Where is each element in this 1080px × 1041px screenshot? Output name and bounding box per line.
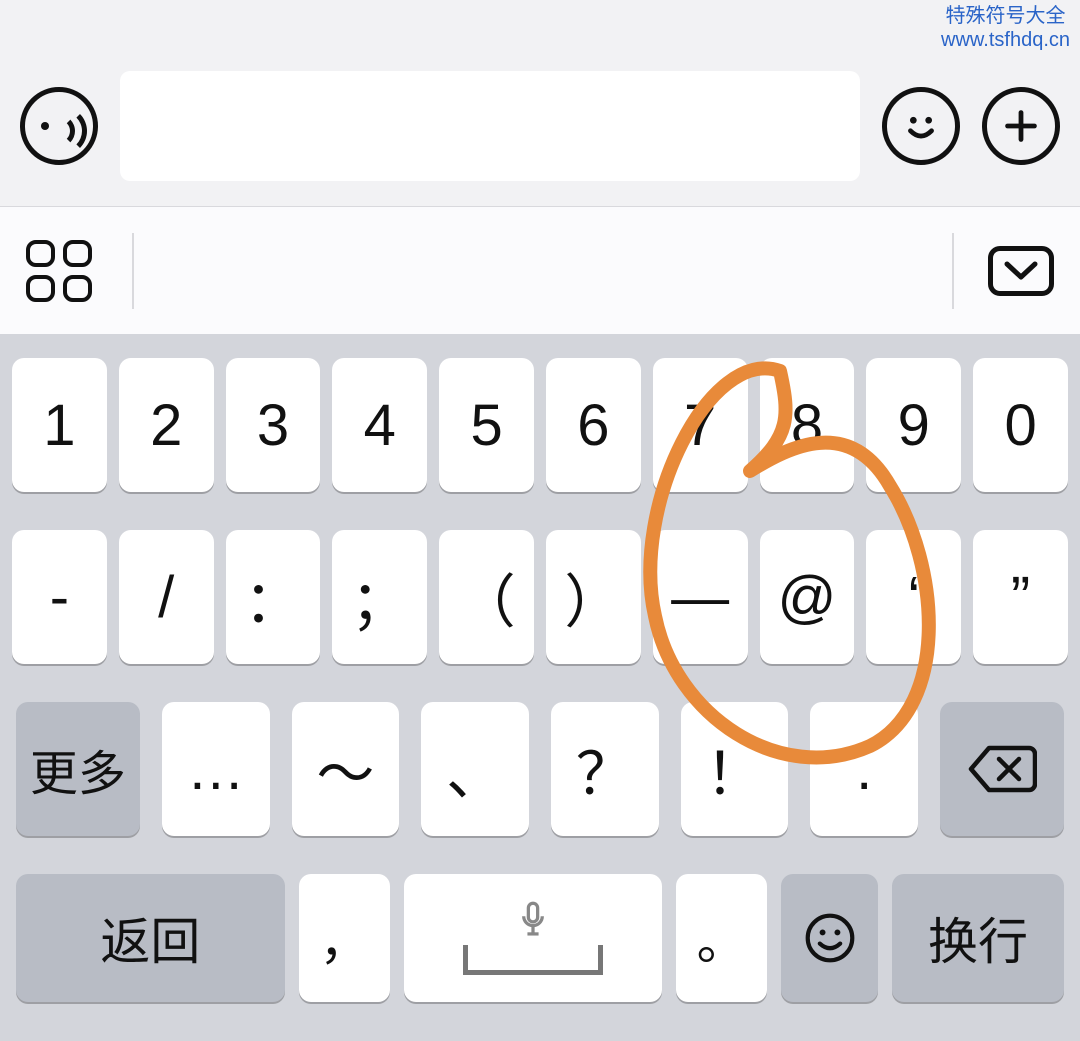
key-more-symbols[interactable]: 更多 bbox=[16, 702, 140, 836]
add-button[interactable] bbox=[982, 87, 1060, 165]
watermark-text: 特殊符号大全 www.tsfhdq.cn bbox=[941, 4, 1070, 52]
key-colon[interactable]: ： bbox=[226, 530, 321, 664]
keyboard-apps-button[interactable] bbox=[26, 240, 92, 302]
message-input[interactable] bbox=[120, 71, 860, 181]
plus-icon bbox=[998, 103, 1044, 149]
key-return[interactable]: 返回 bbox=[16, 874, 285, 1002]
key-space[interactable] bbox=[404, 874, 662, 1002]
key-paren-open[interactable]: （ bbox=[439, 530, 534, 664]
key-4[interactable]: 4 bbox=[332, 358, 427, 492]
backspace-icon bbox=[967, 744, 1037, 794]
chevron-down-icon bbox=[1001, 259, 1041, 283]
key-slash[interactable]: / bbox=[119, 530, 214, 664]
key-1[interactable]: 1 bbox=[12, 358, 107, 492]
key-hyphen[interactable]: - bbox=[12, 530, 107, 664]
key-0[interactable]: 0 bbox=[973, 358, 1068, 492]
watermark-line-2: www.tsfhdq.cn bbox=[941, 28, 1070, 52]
key-paren-close[interactable]: ） bbox=[546, 530, 641, 664]
key-emoji[interactable] bbox=[781, 874, 878, 1002]
key-backspace[interactable] bbox=[940, 702, 1064, 836]
key-dash[interactable]: — bbox=[653, 530, 748, 664]
key-semicolon[interactable]: ； bbox=[332, 530, 427, 664]
keyboard-row-2: - / ： ； （ ） — @ ‘ ” bbox=[12, 530, 1068, 664]
key-comma[interactable]: ， bbox=[299, 874, 390, 1002]
key-period[interactable]: 。 bbox=[676, 874, 767, 1002]
key-exclaim[interactable]: ！ bbox=[681, 702, 789, 836]
key-7[interactable]: 7 bbox=[653, 358, 748, 492]
key-2[interactable]: 2 bbox=[119, 358, 214, 492]
key-dot[interactable]: . bbox=[810, 702, 918, 836]
key-ellipsis[interactable]: … bbox=[162, 702, 270, 836]
key-8[interactable]: 8 bbox=[760, 358, 855, 492]
toolbar-divider bbox=[132, 233, 134, 309]
emoji-button[interactable] bbox=[882, 87, 960, 165]
dismiss-keyboard-button[interactable] bbox=[988, 246, 1054, 296]
key-question[interactable]: ？ bbox=[551, 702, 659, 836]
grid-icon bbox=[26, 240, 55, 267]
keyboard-row-1: 1 2 3 4 5 6 7 8 9 0 bbox=[12, 358, 1068, 492]
smile-icon bbox=[804, 912, 856, 964]
keyboard-row-3: 更多 … ～ 、 ？ ！ . bbox=[12, 702, 1068, 836]
key-quote-double[interactable]: ” bbox=[973, 530, 1068, 664]
watermark-line-1: 特殊符号大全 bbox=[941, 4, 1070, 28]
key-enumeration-comma[interactable]: 、 bbox=[421, 702, 529, 836]
key-newline[interactable]: 换行 bbox=[892, 874, 1064, 1002]
keyboard-toolbar bbox=[0, 206, 1080, 334]
smile-icon bbox=[898, 103, 944, 149]
key-at[interactable]: @ bbox=[760, 530, 855, 664]
toolbar-divider bbox=[952, 233, 954, 309]
key-3[interactable]: 3 bbox=[226, 358, 321, 492]
key-6[interactable]: 6 bbox=[546, 358, 641, 492]
sound-wave-icon bbox=[37, 104, 81, 148]
key-9[interactable]: 9 bbox=[866, 358, 961, 492]
keyboard-row-4: 返回 ， 。 换行 bbox=[12, 874, 1068, 1002]
key-quote-single[interactable]: ‘ bbox=[866, 530, 961, 664]
chat-input-bar bbox=[0, 0, 1080, 206]
microphone-icon bbox=[520, 901, 546, 939]
virtual-keyboard: 1 2 3 4 5 6 7 8 9 0 - / ： ； （ ） — @ ‘ ” … bbox=[0, 334, 1080, 1041]
space-bar-icon bbox=[463, 945, 603, 975]
key-5[interactable]: 5 bbox=[439, 358, 534, 492]
key-tilde[interactable]: ～ bbox=[292, 702, 400, 836]
voice-input-button[interactable] bbox=[20, 87, 98, 165]
